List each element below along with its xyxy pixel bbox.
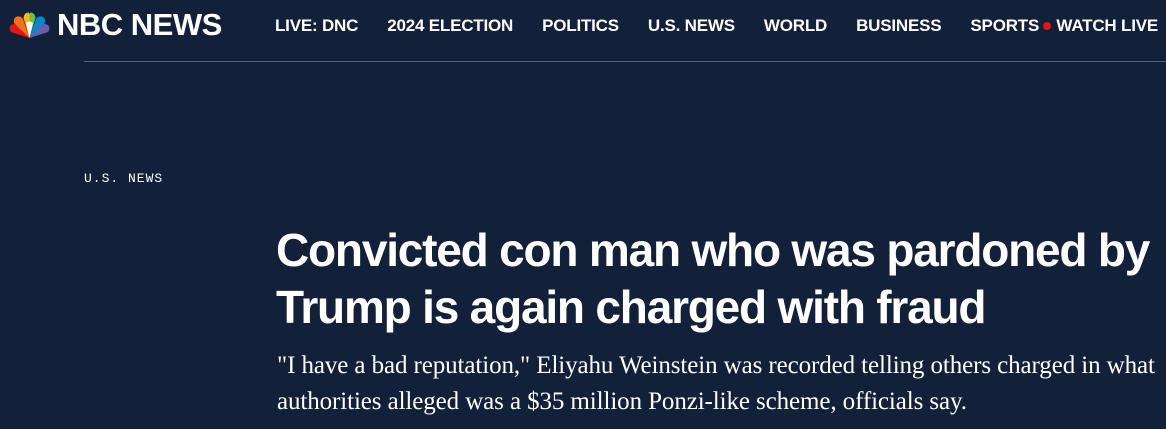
main-nav: LIVE: DNC 2024 ELECTION POLITICS U.S. NE…	[275, 15, 1068, 37]
live-dot-icon	[1043, 22, 1052, 30]
article-dek: "I have a bad reputation," Eliyahu Weins…	[277, 352, 1155, 415]
section-label[interactable]: U.S. NEWS	[84, 171, 163, 186]
nav-item-business[interactable]: BUSINESS	[856, 15, 942, 37]
nav-item-world[interactable]: WORLD	[764, 15, 827, 37]
site-header: NBC NEWS LIVE: DNC 2024 ELECTION POLITIC…	[0, 0, 1166, 52]
logo-wordmark: NBC NEWS	[57, 7, 222, 42]
nav-item-2024-election[interactable]: 2024 ELECTION	[387, 15, 513, 37]
nav-item-us-news[interactable]: U.S. NEWS	[648, 15, 735, 37]
nbc-news-logo[interactable]: NBC NEWS	[8, 9, 222, 41]
watch-live-button[interactable]: WATCH LIVE	[1043, 15, 1158, 37]
nav-item-politics[interactable]: POLITICS	[542, 15, 619, 37]
nav-item-sports[interactable]: SPORTS	[970, 15, 1039, 37]
nav-item-live-dnc[interactable]: LIVE: DNC	[275, 15, 358, 37]
article-headline: Convicted con man who was pardoned by Tr…	[276, 224, 1150, 333]
header-divider	[84, 61, 1166, 62]
nbc-peacock-icon	[9, 12, 50, 38]
watch-live-label: WATCH LIVE	[1056, 16, 1158, 35]
